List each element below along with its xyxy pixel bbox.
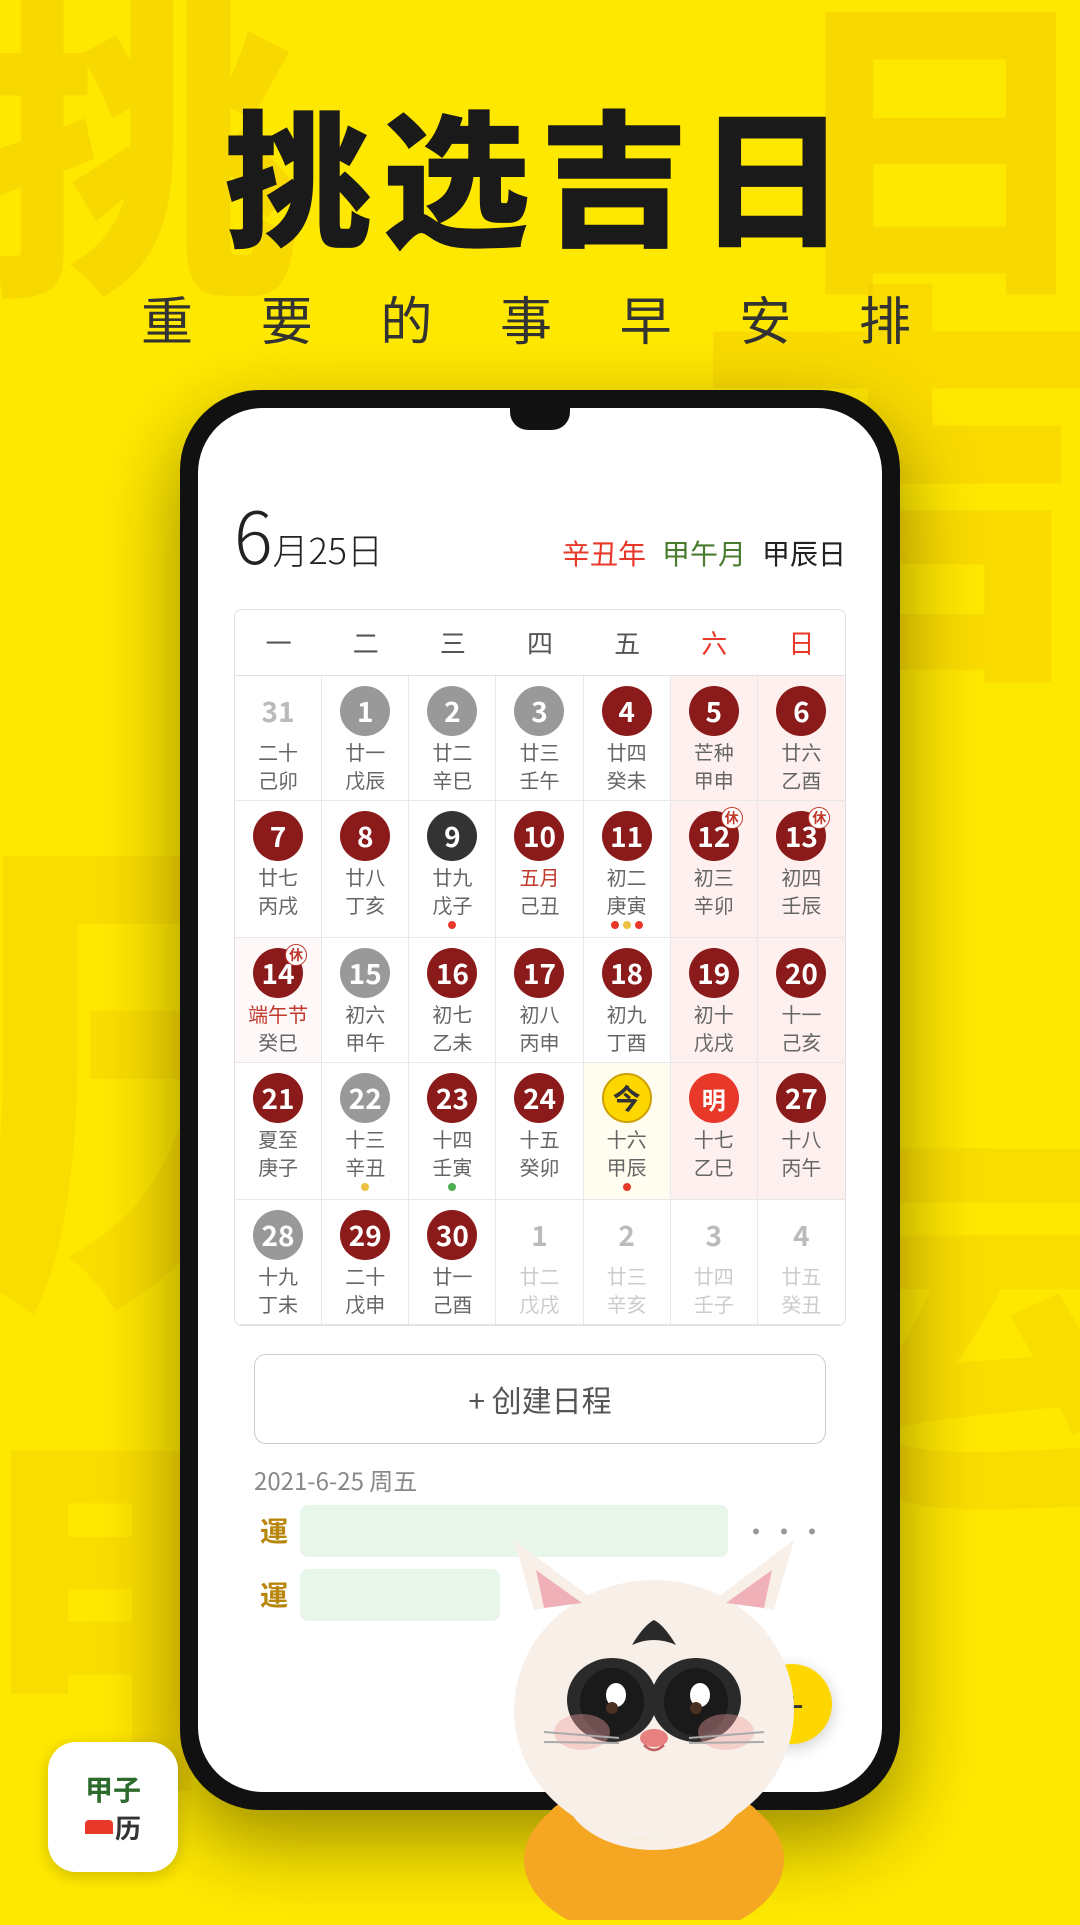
weekday-thu: 四 — [496, 610, 583, 675]
weekday-headers: 一 二 三 四 五 六 日 — [235, 610, 845, 676]
sub-title: 重 要 的 事 早 安 排 — [0, 280, 1080, 355]
table-row[interactable]: 24 十五 癸卯 — [496, 1063, 583, 1200]
table-row[interactable]: 15 初六 甲午 — [322, 938, 409, 1063]
table-row[interactable]: 9 廿九 戊子 — [409, 801, 496, 938]
table-row[interactable]: 31 二十 己卯 — [235, 676, 322, 801]
table-row[interactable]: 4 廿四 癸未 — [584, 676, 671, 801]
table-row-tomorrow[interactable]: 明 十七 乙巳 — [671, 1063, 758, 1200]
weekday-sat: 六 — [671, 610, 758, 675]
table-row[interactable]: 4 廿五 癸丑 — [758, 1200, 845, 1325]
table-row[interactable]: 5 芒种 甲申 — [671, 676, 758, 801]
table-row[interactable]: 10 五月 己丑 — [496, 801, 583, 938]
table-row[interactable]: 28 十九 丁未 — [235, 1200, 322, 1325]
main-title: 挑选吉日 — [0, 90, 1080, 253]
table-row[interactable]: 21 夏至 庚子 — [235, 1063, 322, 1200]
table-row[interactable]: 6 廿六 乙酉 — [758, 676, 845, 801]
cat-illustration — [464, 1460, 844, 1920]
lunar-day: 甲辰日 — [762, 533, 846, 573]
day-number: 6月25日 — [234, 480, 383, 585]
table-row[interactable]: 11 初二 庚寅 — [584, 801, 671, 938]
weekday-tue: 二 — [322, 610, 409, 675]
table-row[interactable]: 12 休 初三 辛卯 — [671, 801, 758, 938]
table-row[interactable]: 3 廿四 壬子 — [671, 1200, 758, 1325]
table-row[interactable]: 30 廿一 己酉 — [409, 1200, 496, 1325]
lunar-month: 甲午月 — [662, 533, 746, 573]
app-logo: 甲子 历 — [48, 1742, 178, 1872]
create-schedule-button[interactable]: + 创建日程 — [254, 1354, 826, 1444]
weekday-mon: 一 — [235, 610, 322, 675]
weekday-wed: 三 — [409, 610, 496, 675]
table-row[interactable]: 27 十八 丙午 — [758, 1063, 845, 1200]
table-row[interactable]: 1 廿一 戊辰 — [322, 676, 409, 801]
lunar-info: 辛丑年 甲午月 甲辰日 — [562, 533, 846, 573]
table-row[interactable]: 14 休 端午节 癸巳 — [235, 938, 322, 1063]
table-row[interactable]: 2 廿三 辛亥 — [584, 1200, 671, 1325]
table-row[interactable]: 29 二十 戊申 — [322, 1200, 409, 1325]
table-row[interactable]: 19 初十 戊戌 — [671, 938, 758, 1063]
table-row[interactable]: 23 十四 壬寅 — [409, 1063, 496, 1200]
weekday-fri: 五 — [584, 610, 671, 675]
table-row-today[interactable]: 今 十六 甲辰 — [584, 1063, 671, 1200]
calendar-grid: 一 二 三 四 五 六 日 31 二十 己卯 — [234, 609, 846, 1326]
table-row[interactable]: 13 休 初四 壬辰 — [758, 801, 845, 938]
table-row[interactable]: 8 廿八 丁亥 — [322, 801, 409, 938]
table-row[interactable]: 16 初七 乙未 — [409, 938, 496, 1063]
table-row[interactable]: 18 初九 丁酉 — [584, 938, 671, 1063]
table-row[interactable]: 20 十一 己亥 — [758, 938, 845, 1063]
weekday-sun: 日 — [758, 610, 845, 675]
table-row[interactable]: 3 廿三 壬午 — [496, 676, 583, 801]
calendar-header: 6月25日 辛丑年 甲午月 甲辰日 — [234, 480, 846, 585]
phone-notch — [510, 408, 570, 430]
lunar-year: 辛丑年 — [562, 533, 646, 573]
table-row[interactable]: 2 廿二 辛巳 — [409, 676, 496, 801]
date-display: 6月25日 — [234, 480, 383, 585]
table-row[interactable]: 17 初八 丙申 — [496, 938, 583, 1063]
table-row[interactable]: 7 廿七 丙戌 — [235, 801, 322, 938]
table-row[interactable]: 1 廿二 戊戌 — [496, 1200, 583, 1325]
calendar-body: 31 二十 己卯 1 廿一 戊辰 2 廿二 辛巳 — [235, 676, 845, 1325]
table-row[interactable]: 22 十三 辛丑 — [322, 1063, 409, 1200]
